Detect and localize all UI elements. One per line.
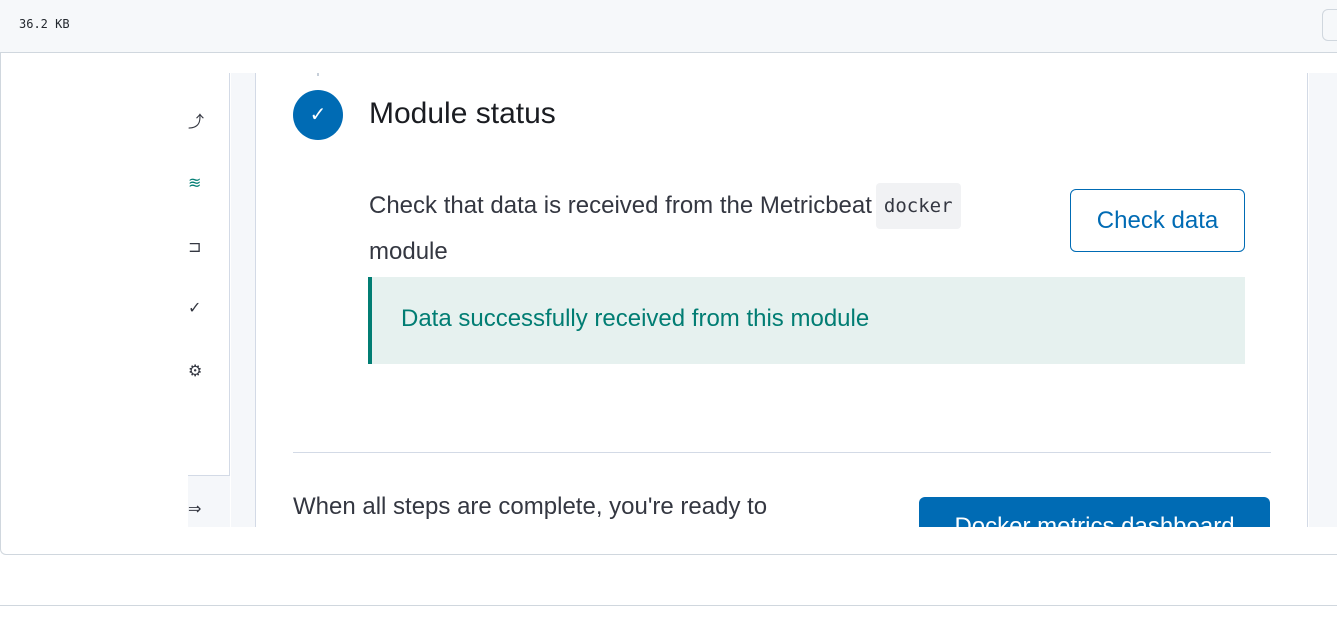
step-description: Check that data is received from the Met… [369,183,1039,275]
plug-icon[interactable]: ⊐ [188,236,210,260]
success-callout: Data successfully received from this mod… [368,277,1245,364]
side-nav: ⤴ ≋ ⊐ ✓ ⚙ ⇒ [188,73,230,527]
file-size-label: 36.2 KB [19,17,70,31]
section-divider [293,452,1271,453]
heartbeat-check-icon[interactable]: ✓ [188,297,210,321]
success-message: Data successfully received from this mod… [401,305,870,332]
upload-arrow-icon[interactable]: ⤴ [188,111,210,135]
image-preview: ⤴ ≋ ⊐ ✓ ⚙ ⇒ ✓ Module status Check that d… [0,53,1337,555]
collapse-arrow-icon[interactable]: ⇒ [188,498,210,522]
module-code: docker [875,183,961,229]
step-complete-icon: ✓ [293,90,343,140]
description-text-end: module [369,238,448,265]
step-title: Module status [369,97,556,130]
dashboard-button[interactable]: Docker metrics dashboard [919,497,1270,527]
step-connector [317,73,319,76]
bottom-divider [0,605,1337,606]
completion-text: When all steps are complete, you're read… [293,493,768,520]
file-header: 36.2 KB [0,0,1337,53]
gear-icon[interactable]: ⚙ [188,360,210,384]
header-action-button[interactable] [1322,9,1337,41]
left-gutter [231,73,255,527]
right-gutter [1309,73,1337,527]
check-data-button[interactable]: Check data [1070,189,1245,252]
feed-icon[interactable]: ≋ [188,172,210,196]
screenshot-content: ⤴ ≋ ⊐ ✓ ⚙ ⇒ ✓ Module status Check that d… [1,73,1337,527]
description-text: Check that data is received from the Met… [369,192,872,219]
nav-footer-divider [188,475,230,476]
